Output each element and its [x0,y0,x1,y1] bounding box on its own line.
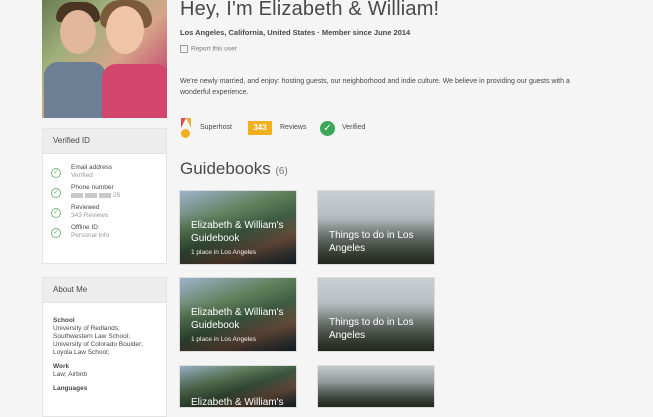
verified-item-label: Offline ID [71,224,98,231]
verified-item-reviewed: ✓ Reviewed 343 Reviews [51,204,160,220]
work-label: Work [53,363,70,370]
verified-item-phone: ✓ Phone number 25 [51,184,160,200]
guidebooks-heading: Guidebooks (6) [180,159,288,179]
superhost-label: Superhost [200,124,232,131]
school-label: School [53,317,75,324]
guidebook-tile-title: Elizabeth & William's [191,397,284,408]
report-user-link[interactable]: Report this user [180,45,237,53]
flag-icon [180,45,188,53]
verified-item-email: ✓ Email address Verified [51,164,160,180]
verified-item-sub: 343 Reviews [71,212,109,219]
about-me-card: About Me School University of Redlands; … [42,277,167,417]
verified-check-icon: ✓ [320,121,335,136]
verified-item-sub: Personal Info [71,232,110,239]
guidebook-tile-subtitle: 1 place in Los Angeles [191,249,257,256]
verified-label: Verified [342,124,366,131]
bio-text: We're newly married, and enjoy: hosting … [180,78,570,96]
about-me-heading: About Me [43,278,166,303]
languages-label: Languages [53,385,88,392]
guidebooks-title: Guidebooks [180,159,271,178]
check-icon: ✓ [51,188,61,198]
verified-id-card: Verified ID ✓ Email address Verified ✓ Ph… [42,128,167,264]
guidebook-tile[interactable]: Things to do in Los Angeles [317,277,435,352]
check-icon: ✓ [51,168,61,178]
guidebook-tile[interactable] [317,365,435,408]
guidebook-tile-title: Things to do in Los Angeles [329,317,414,341]
reviews-label[interactable]: Reviews [280,124,306,131]
check-icon: ✓ [51,208,61,218]
school-value: University of Redlands; Southwestern Law… [53,325,143,356]
check-icon: ✓ [51,228,61,238]
verified-item-label: Phone number [71,184,114,191]
verified-item-offline: ✓ Offline ID Personal Info [51,224,160,240]
verified-item-sub: 25 [113,192,121,199]
guidebook-tile[interactable]: Elizabeth & William's Guidebook 1 place … [179,190,297,265]
guidebook-tile-subtitle: 1 place in Los Angeles [191,336,257,343]
masked-digits [99,192,111,198]
guidebook-tile-title: Elizabeth & William's Guidebook [191,307,284,331]
profile-page: Verified ID ✓ Email address Verified ✓ Ph… [0,0,653,417]
report-user-label: Report this user [191,45,237,53]
page-title: Hey, I'm Elizabeth & William! [180,0,440,20]
masked-digits [71,192,83,198]
verified-id-heading: Verified ID [43,129,166,154]
guidebook-tile-title: Things to do in Los Angeles [329,230,414,254]
superhost-icon [180,118,192,142]
reviews-count-badge[interactable]: 343 [248,121,272,135]
masked-digits [85,192,97,198]
work-value: Law; Airbnb [53,371,87,378]
verified-item-sub: Verified [71,172,93,179]
guidebook-tile-title: Elizabeth & William's Guidebook [191,220,284,244]
guidebook-tile[interactable]: Elizabeth & William's [179,365,297,408]
guidebook-tile[interactable]: Elizabeth & William's Guidebook 1 place … [179,277,297,352]
guidebook-tile[interactable]: Things to do in Los Angeles [317,190,435,265]
guidebooks-count: (6) [275,166,288,177]
location-member-since: Los Angeles, California, United States ·… [180,28,411,37]
verified-item-label: Email address [71,164,113,171]
verified-item-label: Reviewed [71,204,100,211]
profile-photo [42,0,167,118]
